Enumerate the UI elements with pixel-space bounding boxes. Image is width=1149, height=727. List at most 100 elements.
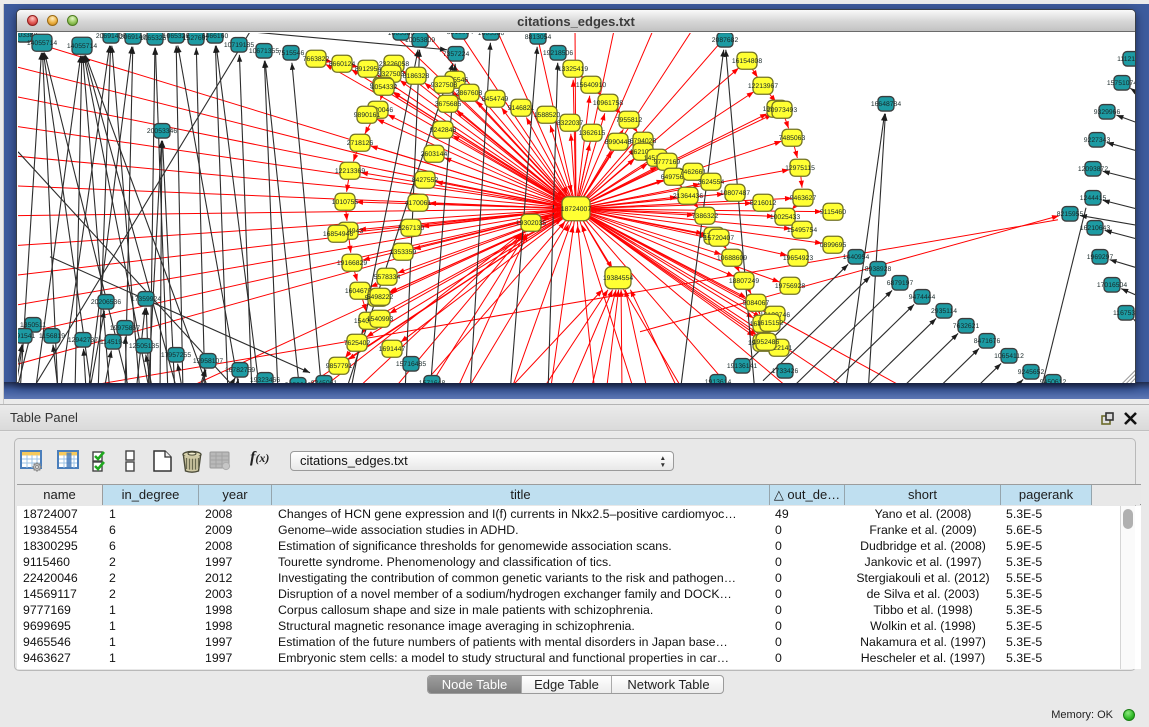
svg-text:19302035: 19302035 bbox=[516, 220, 546, 227]
svg-text:1054332: 1054332 bbox=[371, 84, 398, 91]
svg-text:9327508: 9327508 bbox=[431, 82, 458, 89]
svg-text:9329966: 9329966 bbox=[1094, 109, 1121, 116]
svg-text:18724007: 18724007 bbox=[561, 206, 591, 213]
svg-text:9245652: 9245652 bbox=[1018, 369, 1045, 376]
svg-text:19958107: 19958107 bbox=[193, 358, 223, 365]
svg-text:8245061: 8245061 bbox=[311, 380, 338, 383]
svg-text:9227343: 9227343 bbox=[1084, 137, 1111, 144]
svg-text:1244415: 1244415 bbox=[1080, 195, 1107, 202]
svg-text:3267130: 3267130 bbox=[398, 225, 425, 232]
svg-text:6216012: 6216012 bbox=[750, 200, 777, 207]
svg-text:16648784: 16648784 bbox=[871, 101, 901, 108]
svg-text:10053809: 10053809 bbox=[405, 37, 435, 44]
svg-text:3675685: 3675685 bbox=[435, 101, 462, 108]
svg-text:10973493: 10973493 bbox=[767, 107, 797, 114]
svg-text:8912954: 8912954 bbox=[355, 66, 382, 73]
svg-text:8660124: 8660124 bbox=[329, 61, 356, 68]
svg-text:8813054: 8813054 bbox=[447, 33, 474, 36]
svg-text:19323466: 19323466 bbox=[250, 377, 280, 383]
svg-text:19384554: 19384554 bbox=[603, 275, 633, 282]
svg-text:2867608: 2867608 bbox=[456, 90, 483, 97]
svg-text:19975867: 19975867 bbox=[110, 325, 140, 332]
svg-text:20053346: 20053346 bbox=[147, 128, 177, 135]
svg-text:1603380: 1603380 bbox=[478, 33, 505, 37]
svg-text:17957255: 17957255 bbox=[161, 352, 191, 359]
svg-text:16854946: 16854946 bbox=[323, 231, 353, 238]
svg-text:19136141: 19136141 bbox=[727, 363, 757, 370]
svg-text:10671355: 10671355 bbox=[249, 48, 279, 55]
svg-text:7625402: 7625402 bbox=[344, 340, 371, 347]
svg-text:12213369: 12213369 bbox=[335, 168, 365, 175]
svg-text:12505135: 12505135 bbox=[129, 343, 159, 350]
svg-text:9146821: 9146821 bbox=[508, 105, 535, 112]
svg-text:9474444: 9474444 bbox=[909, 294, 936, 301]
svg-text:8427552: 8427552 bbox=[412, 177, 439, 184]
svg-text:9890161: 9890161 bbox=[354, 112, 381, 119]
svg-text:0899695: 0899695 bbox=[820, 242, 847, 249]
svg-text:1615152: 1615152 bbox=[757, 320, 784, 327]
svg-text:8813054: 8813054 bbox=[525, 34, 552, 41]
svg-text:4170061: 4170061 bbox=[405, 200, 432, 207]
svg-text:1005380: 1005380 bbox=[388, 33, 415, 37]
svg-text:7357224: 7357224 bbox=[443, 51, 470, 58]
svg-text:15640910: 15640910 bbox=[576, 82, 606, 89]
svg-text:15716485: 15716485 bbox=[396, 361, 426, 368]
svg-text:10807487: 10807487 bbox=[720, 190, 750, 197]
svg-text:16154808: 16154808 bbox=[732, 58, 762, 65]
svg-text:16782759: 16782759 bbox=[225, 367, 255, 374]
svg-text:9450612: 9450612 bbox=[1040, 379, 1067, 383]
svg-text:7515546: 7515546 bbox=[278, 50, 305, 57]
svg-text:9084067: 9084067 bbox=[743, 300, 770, 307]
svg-text:8215955: 8215955 bbox=[1057, 211, 1084, 218]
svg-text:1353359: 1353359 bbox=[390, 249, 417, 256]
svg-text:15751074: 15751074 bbox=[1107, 80, 1135, 87]
svg-text:8471676: 8471676 bbox=[974, 338, 1001, 345]
svg-text:1167533: 1167533 bbox=[1113, 310, 1135, 317]
svg-text:1010755: 1010755 bbox=[332, 199, 359, 206]
svg-text:12975115: 12975115 bbox=[785, 165, 815, 172]
svg-text:15495754: 15495754 bbox=[787, 227, 817, 234]
svg-text:1362615: 1362615 bbox=[579, 130, 606, 137]
svg-text:7632621: 7632621 bbox=[953, 323, 980, 330]
svg-text:12942737: 12942737 bbox=[68, 337, 98, 344]
svg-text:5498222: 5498222 bbox=[367, 294, 394, 301]
svg-text:7485063: 7485063 bbox=[779, 135, 806, 142]
svg-text:13325419: 13325419 bbox=[558, 66, 588, 73]
svg-text:1969297: 1969297 bbox=[1087, 254, 1114, 261]
svg-text:17016504: 17016504 bbox=[1097, 282, 1127, 289]
svg-text:19218506: 19218506 bbox=[543, 50, 573, 57]
svg-text:9450612: 9450612 bbox=[285, 382, 312, 383]
svg-text:10025433: 10025433 bbox=[770, 214, 800, 221]
svg-text:20206536: 20206536 bbox=[91, 299, 121, 306]
svg-text:1540993: 1540993 bbox=[367, 316, 394, 323]
svg-text:10961758: 10961758 bbox=[593, 100, 623, 107]
svg-text:9242848: 9242848 bbox=[430, 127, 457, 134]
svg-text:3624554: 3624554 bbox=[698, 179, 725, 186]
svg-text:2935114: 2935114 bbox=[931, 308, 957, 315]
svg-text:11121111: 11121111 bbox=[1117, 56, 1135, 63]
svg-text:21364436: 21364436 bbox=[673, 193, 703, 200]
svg-text:9777169: 9777169 bbox=[654, 159, 681, 166]
svg-text:1440954: 1440954 bbox=[843, 254, 870, 261]
svg-text:17359924: 17359924 bbox=[131, 296, 161, 303]
svg-text:1691447: 1691447 bbox=[379, 346, 406, 353]
svg-text:10654112: 10654112 bbox=[994, 353, 1024, 360]
svg-text:8454749: 8454749 bbox=[482, 96, 509, 103]
svg-text:5578334: 5578334 bbox=[374, 274, 401, 281]
svg-text:7955812: 7955812 bbox=[616, 117, 643, 124]
svg-text:8990448: 8990448 bbox=[605, 139, 632, 146]
svg-text:12213967: 12213967 bbox=[748, 83, 778, 90]
svg-text:2087682: 2087682 bbox=[712, 37, 739, 44]
svg-text:16210643: 16210643 bbox=[1080, 225, 1110, 232]
svg-text:8322037: 8322037 bbox=[557, 120, 584, 127]
svg-text:6879197: 6879197 bbox=[887, 280, 914, 287]
svg-text:9857791: 9857791 bbox=[326, 363, 353, 370]
svg-text:19654923: 19654923 bbox=[783, 255, 813, 262]
svg-text:14055714: 14055714 bbox=[27, 40, 57, 47]
svg-text:19756928: 19756928 bbox=[775, 283, 805, 290]
svg-text:1913614: 1913614 bbox=[705, 379, 732, 383]
svg-text:2603144: 2603144 bbox=[421, 151, 448, 158]
svg-text:391541: 391541 bbox=[18, 333, 36, 340]
svg-text:1952486: 1952486 bbox=[753, 339, 780, 346]
svg-text:10688609: 10688609 bbox=[717, 255, 747, 262]
